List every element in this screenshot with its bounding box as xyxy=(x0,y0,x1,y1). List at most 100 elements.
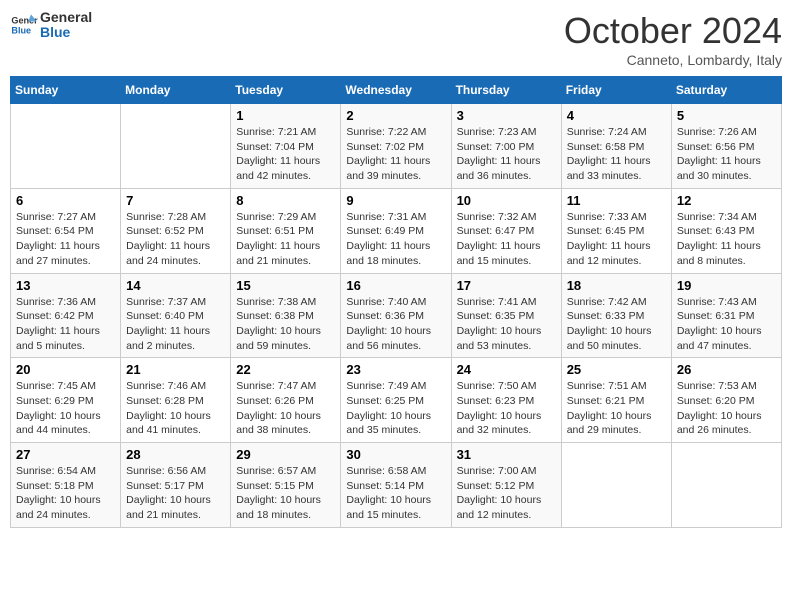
day-number: 9 xyxy=(346,193,445,208)
day-detail: Sunrise: 7:24 AM Sunset: 6:58 PM Dayligh… xyxy=(567,125,666,184)
calendar-cell: 28 Sunrise: 6:56 AM Sunset: 5:17 PM Dayli… xyxy=(121,443,231,528)
calendar-cell: 26 Sunrise: 7:53 AM Sunset: 6:20 PM Dayli… xyxy=(671,358,781,443)
day-detail: Sunrise: 7:53 AM Sunset: 6:20 PM Dayligh… xyxy=(677,379,776,438)
day-detail: Sunrise: 7:27 AM Sunset: 6:54 PM Dayligh… xyxy=(16,210,115,269)
day-number: 7 xyxy=(126,193,225,208)
day-detail: Sunrise: 7:37 AM Sunset: 6:40 PM Dayligh… xyxy=(126,295,225,354)
calendar-cell xyxy=(671,443,781,528)
calendar-cell: 13Sunrise: 7:36 AM Sunset: 6:42 PM Dayli… xyxy=(11,273,121,358)
calendar-cell: 21Sunrise: 7:46 AM Sunset: 6:28 PM Dayli… xyxy=(121,358,231,443)
calendar-week-row: 13Sunrise: 7:36 AM Sunset: 6:42 PM Dayli… xyxy=(11,273,782,358)
calendar-week-row: 20 Sunrise: 7:45 AM Sunset: 6:29 PM Dayli… xyxy=(11,358,782,443)
day-number: 4 xyxy=(567,108,666,123)
calendar-cell: 9 Sunrise: 7:31 AM Sunset: 6:49 PM Daylig… xyxy=(341,188,451,273)
calendar-cell: 23Sunrise: 7:49 AM Sunset: 6:25 PM Dayli… xyxy=(341,358,451,443)
day-number: 25 xyxy=(567,362,666,377)
calendar-cell: 4 Sunrise: 7:24 AM Sunset: 6:58 PM Daylig… xyxy=(561,104,671,189)
calendar-cell: 7 Sunrise: 7:28 AM Sunset: 6:52 PM Daylig… xyxy=(121,188,231,273)
calendar-cell: 2 Sunrise: 7:22 AM Sunset: 7:02 PM Daylig… xyxy=(341,104,451,189)
day-detail: Sunrise: 7:43 AM Sunset: 6:31 PM Dayligh… xyxy=(677,295,776,354)
day-number: 29 xyxy=(236,447,335,462)
day-number: 18 xyxy=(567,278,666,293)
day-detail: Sunrise: 7:42 AM Sunset: 6:33 PM Dayligh… xyxy=(567,295,666,354)
calendar-cell: 17Sunrise: 7:41 AM Sunset: 6:35 PM Dayli… xyxy=(451,273,561,358)
day-detail: Sunrise: 6:58 AM Sunset: 5:14 PM Dayligh… xyxy=(346,464,445,523)
calendar-cell: 1 Sunrise: 7:21 AM Sunset: 7:04 PM Daylig… xyxy=(231,104,341,189)
calendar-week-row: 1 Sunrise: 7:21 AM Sunset: 7:04 PM Daylig… xyxy=(11,104,782,189)
calendar-cell: 20 Sunrise: 7:45 AM Sunset: 6:29 PM Dayli… xyxy=(11,358,121,443)
day-detail: Sunrise: 7:21 AM Sunset: 7:04 PM Dayligh… xyxy=(236,125,335,184)
day-number: 2 xyxy=(346,108,445,123)
day-number: 11 xyxy=(567,193,666,208)
day-number: 22 xyxy=(236,362,335,377)
calendar-week-row: 6Sunrise: 7:27 AM Sunset: 6:54 PM Daylig… xyxy=(11,188,782,273)
calendar-cell: 30 Sunrise: 6:58 AM Sunset: 5:14 PM Dayli… xyxy=(341,443,451,528)
calendar-cell: 6Sunrise: 7:27 AM Sunset: 6:54 PM Daylig… xyxy=(11,188,121,273)
day-detail: Sunrise: 7:34 AM Sunset: 6:43 PM Dayligh… xyxy=(677,210,776,269)
day-number: 27 xyxy=(16,447,115,462)
calendar-header-row: SundayMondayTuesdayWednesdayThursdayFrid… xyxy=(11,77,782,104)
calendar-cell: 22 Sunrise: 7:47 AM Sunset: 6:26 PM Dayli… xyxy=(231,358,341,443)
day-detail: Sunrise: 7:41 AM Sunset: 6:35 PM Dayligh… xyxy=(457,295,556,354)
day-detail: Sunrise: 6:54 AM Sunset: 5:18 PM Dayligh… xyxy=(16,464,115,523)
day-number: 1 xyxy=(236,108,335,123)
day-header-saturday: Saturday xyxy=(671,77,781,104)
page-header: General Blue General Blue October 2024 C… xyxy=(10,10,782,68)
day-detail: Sunrise: 7:50 AM Sunset: 6:23 PM Dayligh… xyxy=(457,379,556,438)
calendar-cell: 18 Sunrise: 7:42 AM Sunset: 6:33 PM Dayli… xyxy=(561,273,671,358)
month-title: October 2024 xyxy=(564,10,782,52)
day-number: 24 xyxy=(457,362,556,377)
calendar-cell: 16 Sunrise: 7:40 AM Sunset: 6:36 PM Dayli… xyxy=(341,273,451,358)
day-number: 10 xyxy=(457,193,556,208)
calendar-cell: 10 Sunrise: 7:32 AM Sunset: 6:47 PM Dayli… xyxy=(451,188,561,273)
day-header-tuesday: Tuesday xyxy=(231,77,341,104)
day-number: 15 xyxy=(236,278,335,293)
calendar-cell xyxy=(121,104,231,189)
calendar-cell xyxy=(561,443,671,528)
day-number: 16 xyxy=(346,278,445,293)
day-number: 3 xyxy=(457,108,556,123)
day-detail: Sunrise: 7:26 AM Sunset: 6:56 PM Dayligh… xyxy=(677,125,776,184)
day-detail: Sunrise: 7:32 AM Sunset: 6:47 PM Dayligh… xyxy=(457,210,556,269)
calendar-cell: 14Sunrise: 7:37 AM Sunset: 6:40 PM Dayli… xyxy=(121,273,231,358)
day-detail: Sunrise: 7:47 AM Sunset: 6:26 PM Dayligh… xyxy=(236,379,335,438)
day-detail: Sunrise: 7:51 AM Sunset: 6:21 PM Dayligh… xyxy=(567,379,666,438)
logo-text-line2: Blue xyxy=(40,25,92,40)
location-subtitle: Canneto, Lombardy, Italy xyxy=(564,52,782,68)
day-header-friday: Friday xyxy=(561,77,671,104)
day-number: 31 xyxy=(457,447,556,462)
logo-icon: General Blue xyxy=(10,11,38,39)
day-header-monday: Monday xyxy=(121,77,231,104)
calendar-table: SundayMondayTuesdayWednesdayThursdayFrid… xyxy=(10,76,782,528)
day-number: 28 xyxy=(126,447,225,462)
day-detail: Sunrise: 7:49 AM Sunset: 6:25 PM Dayligh… xyxy=(346,379,445,438)
day-number: 5 xyxy=(677,108,776,123)
title-block: October 2024 Canneto, Lombardy, Italy xyxy=(564,10,782,68)
day-detail: Sunrise: 7:40 AM Sunset: 6:36 PM Dayligh… xyxy=(346,295,445,354)
logo: General Blue General Blue xyxy=(10,10,92,41)
logo-text-line1: General xyxy=(40,10,92,25)
day-number: 21 xyxy=(126,362,225,377)
svg-text:Blue: Blue xyxy=(11,26,31,36)
day-detail: Sunrise: 7:33 AM Sunset: 6:45 PM Dayligh… xyxy=(567,210,666,269)
calendar-cell: 24 Sunrise: 7:50 AM Sunset: 6:23 PM Dayli… xyxy=(451,358,561,443)
calendar-cell: 19Sunrise: 7:43 AM Sunset: 6:31 PM Dayli… xyxy=(671,273,781,358)
calendar-cell: 12Sunrise: 7:34 AM Sunset: 6:43 PM Dayli… xyxy=(671,188,781,273)
day-detail: Sunrise: 7:31 AM Sunset: 6:49 PM Dayligh… xyxy=(346,210,445,269)
day-detail: Sunrise: 7:22 AM Sunset: 7:02 PM Dayligh… xyxy=(346,125,445,184)
day-number: 30 xyxy=(346,447,445,462)
day-header-thursday: Thursday xyxy=(451,77,561,104)
calendar-cell: 11 Sunrise: 7:33 AM Sunset: 6:45 PM Dayli… xyxy=(561,188,671,273)
day-number: 26 xyxy=(677,362,776,377)
day-header-sunday: Sunday xyxy=(11,77,121,104)
day-detail: Sunrise: 6:56 AM Sunset: 5:17 PM Dayligh… xyxy=(126,464,225,523)
day-detail: Sunrise: 6:57 AM Sunset: 5:15 PM Dayligh… xyxy=(236,464,335,523)
day-detail: Sunrise: 7:38 AM Sunset: 6:38 PM Dayligh… xyxy=(236,295,335,354)
day-detail: Sunrise: 7:00 AM Sunset: 5:12 PM Dayligh… xyxy=(457,464,556,523)
day-detail: Sunrise: 7:29 AM Sunset: 6:51 PM Dayligh… xyxy=(236,210,335,269)
day-detail: Sunrise: 7:45 AM Sunset: 6:29 PM Dayligh… xyxy=(16,379,115,438)
day-detail: Sunrise: 7:28 AM Sunset: 6:52 PM Dayligh… xyxy=(126,210,225,269)
calendar-cell: 29 Sunrise: 6:57 AM Sunset: 5:15 PM Dayli… xyxy=(231,443,341,528)
day-number: 20 xyxy=(16,362,115,377)
day-number: 13 xyxy=(16,278,115,293)
